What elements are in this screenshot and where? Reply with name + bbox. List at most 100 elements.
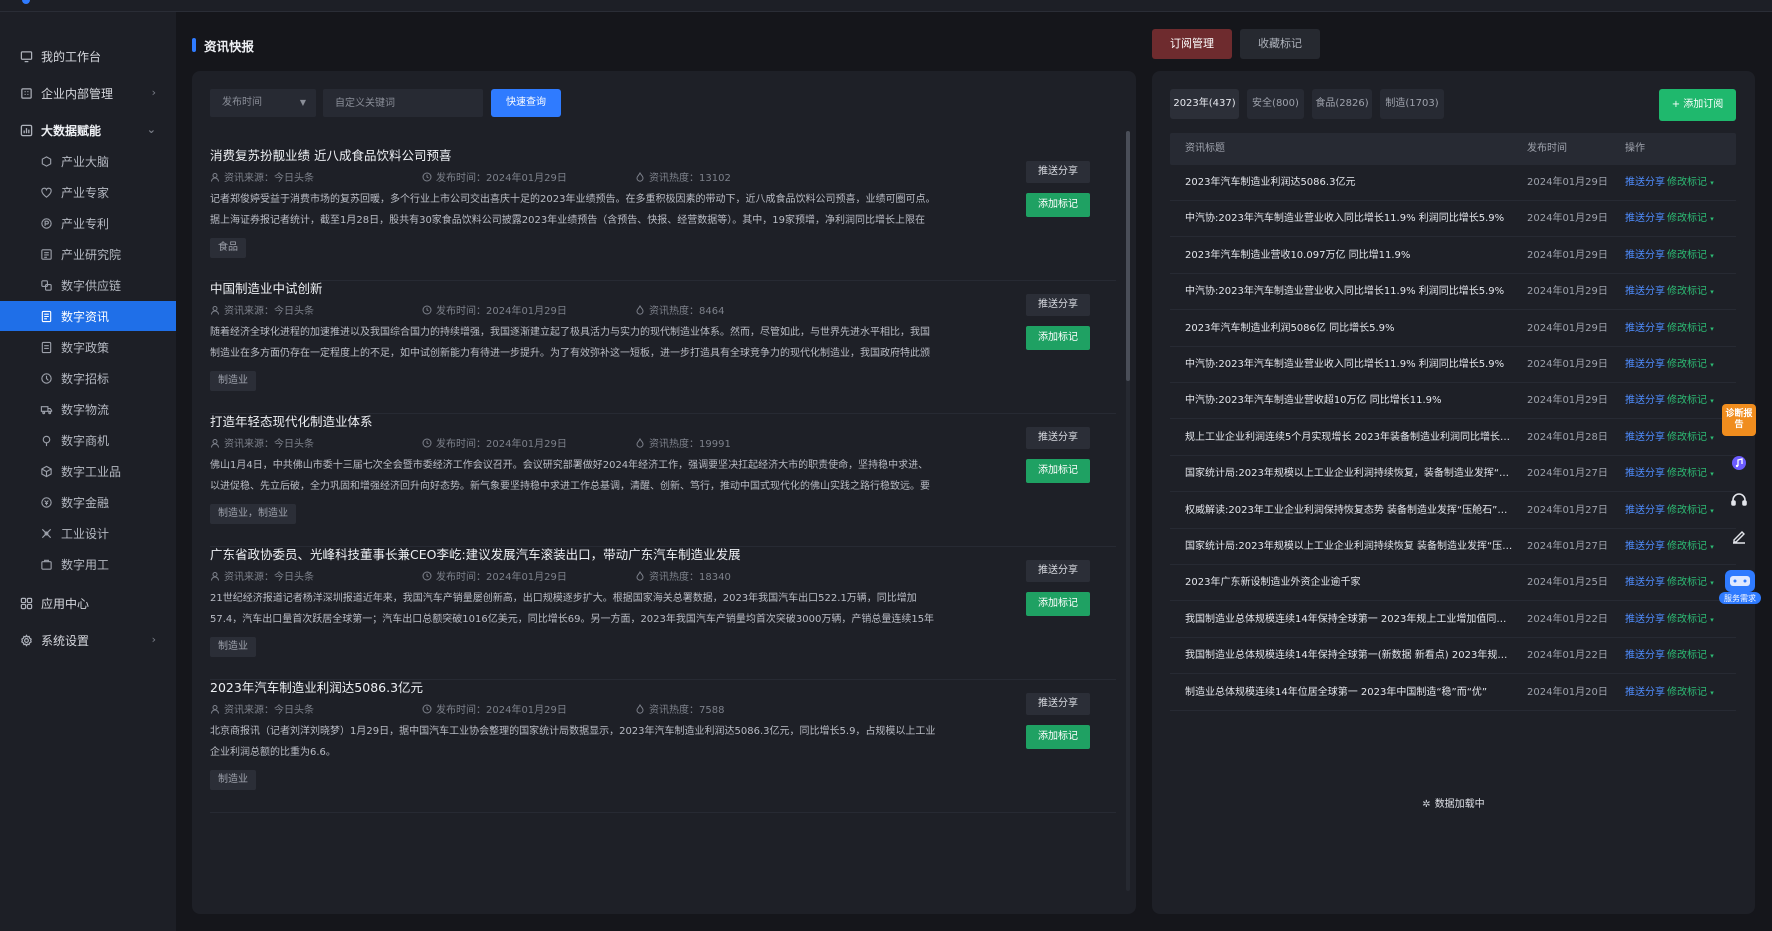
row-share-link[interactable]: 推送分享 bbox=[1625, 529, 1665, 565]
row-title[interactable]: 2023年汽车制造业营收10.097万亿 同比增11.9% bbox=[1185, 238, 1515, 274]
scrollbar-thumb[interactable] bbox=[1126, 131, 1130, 381]
push-share-button[interactable]: 推送分享 bbox=[1026, 693, 1090, 715]
sidebar-item-digital-policy[interactable]: 数字政策 bbox=[0, 332, 176, 362]
table-row[interactable]: 国家统计局:2023年规模以上工业企业利润持续恢复，装备制造业发挥“压... 20… bbox=[1170, 456, 1736, 493]
tab-favorite-marks[interactable]: 收藏标记 bbox=[1240, 29, 1320, 59]
table-row[interactable]: 2023年汽车制造业营收10.097万亿 同比增11.9% 2024年01月29日… bbox=[1170, 238, 1736, 274]
row-title[interactable]: 中汽协:2023年汽车制造业营业收入同比增长11.9% 利润同比增长5.9% bbox=[1185, 347, 1515, 383]
row-share-link[interactable]: 推送分享 bbox=[1625, 456, 1665, 492]
add-mark-button[interactable]: 添加标记 bbox=[1026, 193, 1090, 217]
news-title[interactable]: 打造年轻态现代化制造业体系 bbox=[210, 411, 373, 430]
table-row[interactable]: 中汽协:2023年汽车制造业营业收入同比增长11.9% 利润同比增长5.9% 20… bbox=[1170, 274, 1736, 311]
table-row[interactable]: 我国制造业总体规模连续14年保持全球第一(新数据 新看点) 2023年规上工..… bbox=[1170, 638, 1736, 675]
sidebar-item-digital-logistics[interactable]: 数字物流 bbox=[0, 394, 176, 424]
news-title[interactable]: 2023年汽车制造业利润达5086.3亿元 bbox=[210, 677, 423, 696]
sidebar-item-industrial-design[interactable]: 工业设计 bbox=[0, 518, 176, 548]
news-title[interactable]: 消费复苏扮靓业绩 近八成食品饮料公司预喜 bbox=[210, 145, 451, 164]
row-share-link[interactable]: 推送分享 bbox=[1625, 602, 1665, 638]
sidebar-item-digital-news[interactable]: 数字资讯 bbox=[0, 301, 176, 331]
row-title[interactable]: 中汽协:2023年汽车制造业营收超10万亿 同比增长11.9% bbox=[1185, 383, 1515, 419]
add-mark-button[interactable]: 添加标记 bbox=[1026, 592, 1090, 616]
row-mark-dropdown[interactable]: 修改标记 ▾ bbox=[1667, 165, 1714, 201]
table-row[interactable]: 中汽协:2023年汽车制造业营收超10万亿 同比增长11.9% 2024年01月2… bbox=[1170, 383, 1736, 420]
tab-subscription-management[interactable]: 订阅管理 bbox=[1152, 29, 1232, 59]
row-title[interactable]: 制造业总体规模连续14年位居全球第一 2023年中国制造“稳”而“优” bbox=[1185, 675, 1515, 711]
table-row[interactable]: 中汽协:2023年汽车制造业营业收入同比增长11.9% 利润同比增长5.9% 20… bbox=[1170, 347, 1736, 383]
row-mark-dropdown[interactable]: 修改标记 ▾ bbox=[1667, 675, 1714, 711]
row-mark-dropdown[interactable]: 修改标记 ▾ bbox=[1667, 493, 1714, 529]
row-mark-dropdown[interactable]: 修改标记 ▾ bbox=[1667, 383, 1714, 419]
row-mark-dropdown[interactable]: 修改标记 ▾ bbox=[1667, 274, 1714, 310]
row-title[interactable]: 我国制造业总体规模连续14年保持全球第一 2023年规上工业增加值同比增... bbox=[1185, 602, 1515, 638]
table-row[interactable]: 2023年汽车制造业利润达5086.3亿元 2024年01月29日 推送分享 修改标记… bbox=[1170, 165, 1736, 201]
push-share-button[interactable]: 推送分享 bbox=[1026, 294, 1090, 316]
row-share-link[interactable]: 推送分享 bbox=[1625, 201, 1665, 237]
news-item[interactable]: 打造年轻态现代化制造业体系 资讯来源：今日头条 发布时间：2024年01月29日 资讯… bbox=[210, 397, 1116, 547]
chip-manufacturing[interactable]: 制造(1703) bbox=[1380, 89, 1444, 119]
news-title[interactable]: 中国制造业中试创新 bbox=[210, 278, 323, 297]
row-title[interactable]: 规上工业企业利润连续5个月实现增长 2023年装备制造业利润同比增长4.1% bbox=[1185, 420, 1515, 456]
news-item[interactable]: 中国制造业中试创新 资讯来源：今日头条 发布时间：2024年01月29日 资讯热度：8… bbox=[210, 264, 1116, 414]
chip-food[interactable]: 食品(2826) bbox=[1312, 89, 1372, 119]
music-icon[interactable] bbox=[1727, 451, 1751, 475]
row-title[interactable]: 2023年汽车制造业利润5086亿 同比增长5.9% bbox=[1185, 311, 1515, 347]
push-share-button[interactable]: 推送分享 bbox=[1026, 427, 1090, 449]
sidebar-item-industrial-goods[interactable]: 数字工业品 bbox=[0, 456, 176, 486]
headset-icon[interactable] bbox=[1727, 488, 1751, 512]
sidebar-item-workbench[interactable]: 我的工作台 bbox=[0, 41, 176, 71]
row-mark-dropdown[interactable]: 修改标记 ▾ bbox=[1667, 347, 1714, 383]
sidebar-item-bigdata[interactable]: 大数据赋能 ⌄ bbox=[0, 115, 176, 145]
row-mark-dropdown[interactable]: 修改标记 ▾ bbox=[1667, 602, 1714, 638]
row-mark-dropdown[interactable]: 修改标记 ▾ bbox=[1667, 311, 1714, 347]
row-title[interactable]: 中汽协:2023年汽车制造业营业收入同比增长11.9% 利润同比增长5.9% bbox=[1185, 274, 1515, 310]
row-share-link[interactable]: 推送分享 bbox=[1625, 238, 1665, 274]
sidebar-item-industry-brain[interactable]: 产业大脑 bbox=[0, 146, 176, 176]
table-row[interactable]: 规上工业企业利润连续5个月实现增长 2023年装备制造业利润同比增长4.1% 20… bbox=[1170, 420, 1736, 456]
sidebar-item-digital-finance[interactable]: 数字金融 bbox=[0, 487, 176, 517]
row-share-link[interactable]: 推送分享 bbox=[1625, 347, 1665, 383]
table-row[interactable]: 2023年汽车制造业利润5086亿 同比增长5.9% 2024年01月29日 推送分… bbox=[1170, 311, 1736, 347]
chip-2023[interactable]: 2023年(437) bbox=[1170, 89, 1239, 119]
row-share-link[interactable]: 推送分享 bbox=[1625, 274, 1665, 310]
add-mark-button[interactable]: 添加标记 bbox=[1026, 459, 1090, 483]
news-item[interactable]: 2023年汽车制造业利润达5086.3亿元 资讯来源：今日头条 发布时间：2024年… bbox=[210, 663, 1116, 813]
sidebar-item-enterprise[interactable]: 企业内部管理 › bbox=[0, 78, 176, 108]
add-mark-button[interactable]: 添加标记 bbox=[1026, 725, 1090, 749]
row-share-link[interactable]: 推送分享 bbox=[1625, 420, 1665, 456]
news-title[interactable]: 广东省政协委员、光峰科技董事长兼CEO李屹:建议发展汽车滚装出口，带动广东汽车制… bbox=[210, 544, 741, 563]
row-mark-dropdown[interactable]: 修改标记 ▾ bbox=[1667, 529, 1714, 565]
sidebar-item-settings[interactable]: 系统设置 › bbox=[0, 625, 176, 655]
edit-icon[interactable] bbox=[1727, 525, 1751, 549]
table-row[interactable]: 制造业总体规模连续14年位居全球第一 2023年中国制造“稳”而“优” 2024年… bbox=[1170, 675, 1736, 711]
news-item[interactable]: 广东省政协委员、光峰科技董事长兼CEO李屹:建议发展汽车滚装出口，带动广东汽车制… bbox=[210, 530, 1116, 680]
table-row[interactable]: 我国制造业总体规模连续14年保持全球第一 2023年规上工业增加值同比增... 2… bbox=[1170, 602, 1736, 638]
sidebar-item-digital-opportunity[interactable]: 数字商机 bbox=[0, 425, 176, 455]
row-mark-dropdown[interactable]: 修改标记 ▾ bbox=[1667, 201, 1714, 237]
publish-time-select[interactable]: 发布时间 ▼ bbox=[210, 89, 316, 117]
row-mark-dropdown[interactable]: 修改标记 ▾ bbox=[1667, 238, 1714, 274]
row-title[interactable]: 2023年广东新设制造业外资企业逾千家 bbox=[1185, 565, 1515, 601]
news-item[interactable]: 消费复苏扮靓业绩 近八成食品饮料公司预喜 资讯来源：今日头条 发布时间：2024年0… bbox=[210, 131, 1116, 281]
sidebar-item-supply-chain[interactable]: 数字供应链 bbox=[0, 270, 176, 300]
table-row[interactable]: 2023年广东新设制造业外资企业逾千家 2024年01月25日 推送分享 修改标记 ▾ bbox=[1170, 565, 1736, 602]
chip-safety[interactable]: 安全(800) bbox=[1247, 89, 1304, 119]
table-row[interactable]: 中汽协:2023年汽车制造业营业收入同比增长11.9% 利润同比增长5.9% 20… bbox=[1170, 201, 1736, 238]
add-subscription-button[interactable]: + 添加订阅 bbox=[1659, 89, 1736, 121]
table-row[interactable]: 国家统计局:2023年规模以上工业企业利润持续恢复 装备制造业发挥“压舱... 2… bbox=[1170, 529, 1736, 565]
row-mark-dropdown[interactable]: 修改标记 ▾ bbox=[1667, 456, 1714, 492]
row-share-link[interactable]: 推送分享 bbox=[1625, 383, 1665, 419]
sidebar-item-industry-institute[interactable]: 产业研究院 bbox=[0, 239, 176, 269]
row-mark-dropdown[interactable]: 修改标记 ▾ bbox=[1667, 638, 1714, 674]
row-mark-dropdown[interactable]: 修改标记 ▾ bbox=[1667, 565, 1714, 601]
row-share-link[interactable]: 推送分享 bbox=[1625, 165, 1665, 201]
quick-query-button[interactable]: 快速查询 bbox=[491, 89, 561, 117]
sidebar-item-digital-bidding[interactable]: 数字招标 bbox=[0, 363, 176, 393]
diagnosis-report-button[interactable]: 诊断报告 bbox=[1722, 404, 1756, 436]
row-title[interactable]: 中汽协:2023年汽车制造业营业收入同比增长11.9% 利润同比增长5.9% bbox=[1185, 201, 1515, 237]
row-share-link[interactable]: 推送分享 bbox=[1625, 638, 1665, 674]
table-row[interactable]: 权威解读:2023年工业企业利润保持恢复态势 装备制造业发挥“压舱石”作... 2… bbox=[1170, 493, 1736, 529]
row-title[interactable]: 2023年汽车制造业利润达5086.3亿元 bbox=[1185, 165, 1515, 201]
sidebar-item-industry-patent[interactable]: 产业专利 bbox=[0, 208, 176, 238]
sidebar-item-industry-expert[interactable]: 产业专家 bbox=[0, 177, 176, 207]
push-share-button[interactable]: 推送分享 bbox=[1026, 161, 1090, 183]
